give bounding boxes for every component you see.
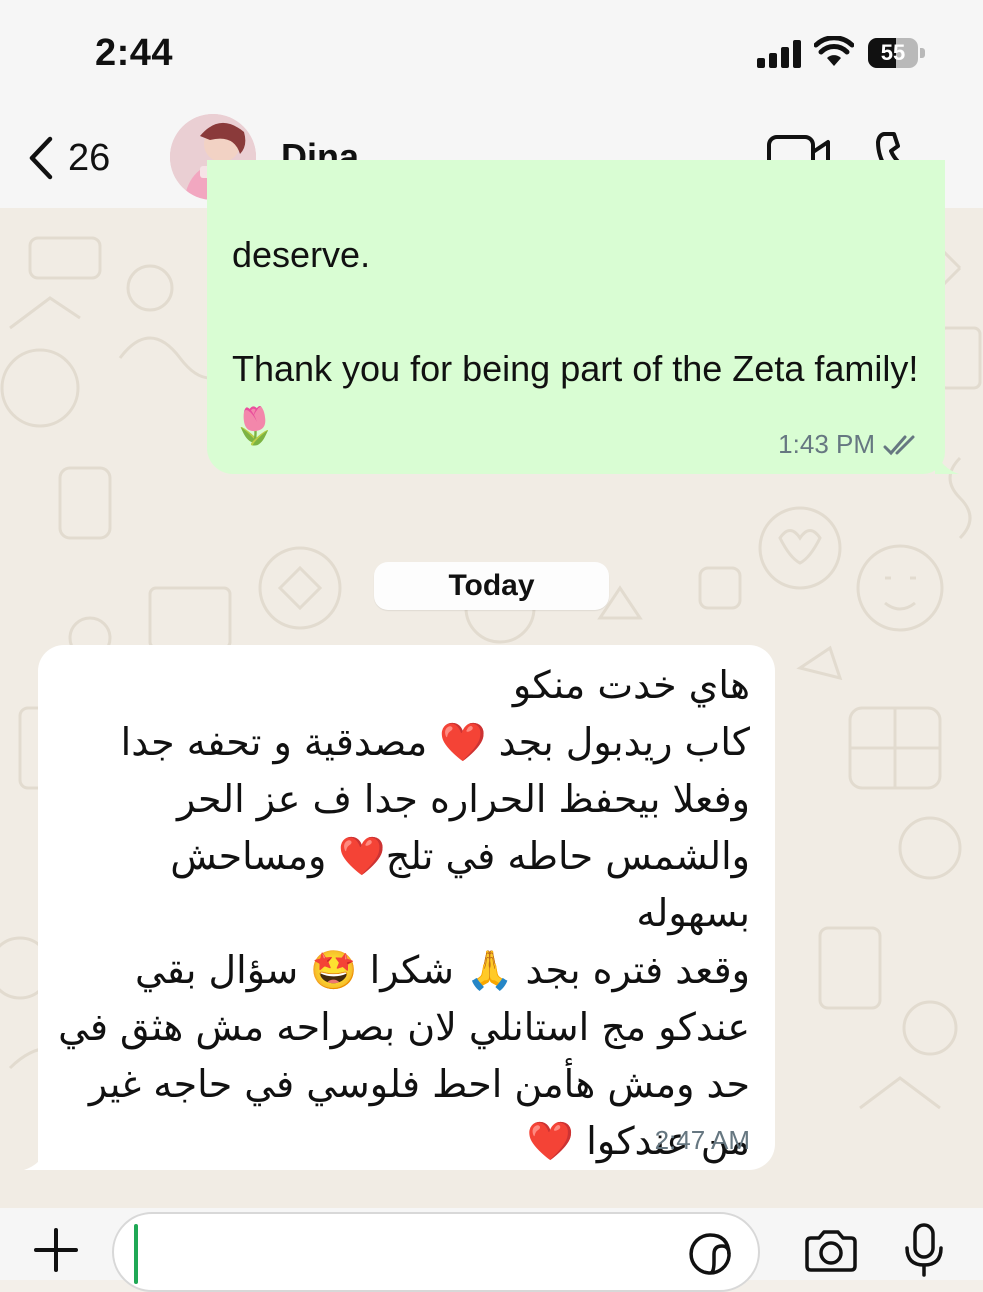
outgoing-message-text: deserve. Thank you for being part of the… (232, 234, 919, 446)
attach-button[interactable] (32, 1226, 80, 1279)
unread-count: 26 (68, 136, 111, 179)
double-check-icon (883, 435, 915, 456)
incoming-message[interactable]: هاي خدت منكو كاب ريدبول بجد ❤️ مصدقية و … (24, 645, 775, 1170)
message-line: كاب ريدبول بجد ❤️ مصدقية و تحفه جدا (120, 720, 750, 764)
message-input[interactable] (112, 1212, 760, 1292)
message-input-bar (0, 1208, 983, 1292)
plus-icon (34, 1228, 78, 1272)
microphone-icon (905, 1223, 943, 1277)
message-line: من عندكوا ❤️ (526, 1119, 750, 1163)
outgoing-message[interactable]: deserve. Thank you for being part of the… (207, 160, 959, 474)
message-line: وقعد فتره بجد 🙏 شكرا 🤩 سؤال بقي (135, 948, 750, 992)
status-bar: 2:44 55 (0, 0, 983, 108)
camera-icon (805, 1230, 857, 1272)
text-caret (134, 1224, 138, 1284)
incoming-message-text: هاي خدت منكو كاب ريدبول بجد ❤️ مصدقية و … (58, 657, 750, 1170)
battery-level: 55 (880, 40, 906, 65)
camera-button[interactable] (803, 1228, 859, 1279)
battery-icon: 55 (868, 38, 926, 68)
sticker-button[interactable] (688, 1232, 732, 1281)
message-line: حد ومش هأمن احط فلوسي في حاجه غير (88, 1062, 750, 1106)
microphone-button[interactable] (902, 1222, 946, 1283)
message-line: والشمس حاطه في تلج❤️ ومساحش بسهوله (170, 834, 750, 935)
message-line: هاي خدت منكو (512, 663, 750, 707)
date-separator: Today (374, 562, 609, 610)
cellular-signal-icon (757, 40, 801, 68)
wifi-icon (813, 35, 855, 73)
outgoing-message-time: 1:43 PM (778, 429, 875, 459)
incoming-message-time: 2:47 AM (654, 1125, 750, 1155)
message-line: عندكو مج استانلي لان بصراحه مش هثق في (58, 1005, 750, 1049)
chevron-left-icon (29, 136, 53, 180)
back-button[interactable]: 26 (28, 130, 110, 186)
sticker-icon (689, 1233, 731, 1275)
status-time: 2:44 (95, 32, 174, 74)
message-line: وفعلا بيحفظ الحراره جدا ف عز الحر (177, 777, 750, 821)
